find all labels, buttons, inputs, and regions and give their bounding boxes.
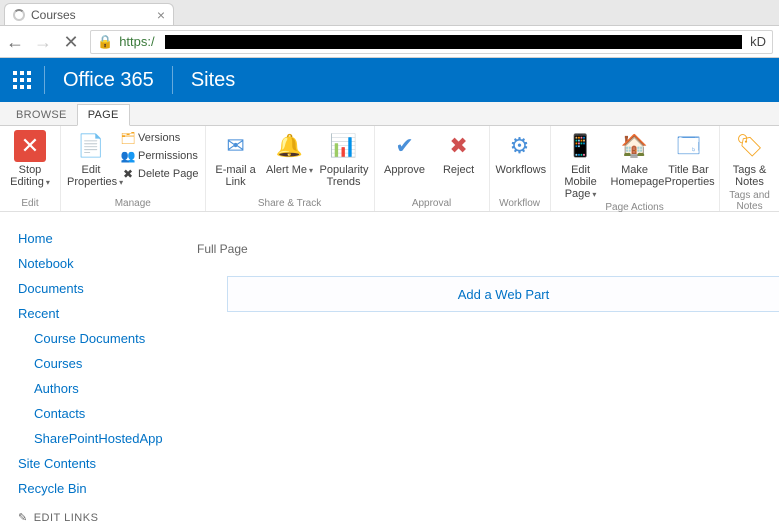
- ribbon-group-share: ✉ E-mail a Link 🔔 Alert Me 📊 Popularity …: [206, 126, 375, 211]
- tag-icon: 🏷: [734, 130, 766, 162]
- group-label-tags: Tags and Notes: [726, 188, 774, 212]
- edit-links-button[interactable]: EDIT LINKS: [18, 501, 177, 524]
- group-label-edit: Edit: [6, 196, 54, 209]
- brand-link[interactable]: Office 365: [45, 58, 172, 102]
- group-label-share: Share & Track: [212, 196, 368, 209]
- browser-tabstrip: Courses ×: [0, 0, 779, 26]
- alert-me-button[interactable]: 🔔 Alert Me: [266, 130, 314, 176]
- home-icon: 🏠: [619, 130, 651, 162]
- workflows-label: Workflows: [496, 164, 544, 176]
- stop-editing-label: Stop Editing: [10, 164, 44, 188]
- suite-bar: Office 365 Sites: [0, 58, 779, 102]
- tags-notes-label: Tags & Notes: [726, 164, 774, 188]
- group-label-approval: Approval: [381, 196, 483, 209]
- workflow-icon: ⚙: [504, 130, 536, 162]
- nav-courses[interactable]: Courses: [18, 351, 177, 376]
- back-button[interactable]: ←: [6, 33, 24, 51]
- ribbon-group-tags: 🏷 Tags & Notes Tags and Notes: [720, 126, 779, 211]
- browser-tab[interactable]: Courses ×: [4, 3, 174, 25]
- edit-mobile-page-button[interactable]: 📱 Edit Mobile Page: [557, 130, 605, 200]
- permissions-button[interactable]: 👥Permissions: [121, 148, 199, 164]
- nav-contacts[interactable]: Contacts: [18, 401, 177, 426]
- titlebar-properties-button[interactable]: 🗔 Title Bar Properties: [665, 130, 713, 188]
- tab-page[interactable]: PAGE: [77, 104, 130, 126]
- email-link-button[interactable]: ✉ E-mail a Link: [212, 130, 260, 188]
- nav-recycle-bin[interactable]: Recycle Bin: [18, 476, 177, 501]
- reject-button[interactable]: ✖ Reject: [435, 130, 483, 176]
- nav-recent[interactable]: Recent: [18, 301, 177, 326]
- tab-browse[interactable]: BROWSE: [6, 105, 77, 125]
- mobile-icon: 📱: [565, 130, 597, 162]
- group-label-manage: Manage: [67, 196, 199, 209]
- nav-site-contents[interactable]: Site Contents: [18, 451, 177, 476]
- edit-properties-button[interactable]: 📄 Edit Properties: [67, 130, 115, 188]
- email-link-label: E-mail a Link: [212, 164, 260, 188]
- nav-notebook[interactable]: Notebook: [18, 251, 177, 276]
- ribbon: ✕ Stop Editing Edit 📄 Edit Properties 🗂V…: [0, 126, 779, 212]
- tab-title: Courses: [31, 8, 76, 22]
- stop-icon: ✕: [14, 130, 46, 162]
- ribbon-tabs: BROWSE PAGE: [0, 102, 779, 126]
- waffle-icon: [13, 71, 31, 89]
- forward-button: →: [34, 33, 52, 51]
- alert-me-label: Alert Me: [266, 164, 307, 176]
- stop-editing-button[interactable]: ✕ Stop Editing: [6, 130, 54, 188]
- stop-reload-button[interactable]: ✕: [62, 33, 80, 51]
- browser-toolbar: ← → ✕ 🔒 https:/ kD: [0, 26, 779, 58]
- approve-button[interactable]: ✔ Approve: [381, 130, 429, 176]
- delete-icon: ✖: [121, 167, 135, 181]
- ribbon-group-edit: ✕ Stop Editing Edit: [0, 126, 61, 211]
- reject-label: Reject: [435, 164, 483, 176]
- chart-icon: 📊: [328, 130, 360, 162]
- loading-spinner-icon: [13, 9, 25, 21]
- tags-notes-button[interactable]: 🏷 Tags & Notes: [726, 130, 774, 188]
- workflows-button[interactable]: ⚙ Workflows: [496, 130, 544, 176]
- quick-launch: Home Notebook Documents Recent Course Do…: [0, 212, 185, 511]
- nav-authors[interactable]: Authors: [18, 376, 177, 401]
- webpart-zone-label: Full Page: [197, 242, 779, 256]
- popularity-trends-button[interactable]: 📊 Popularity Trends: [320, 130, 368, 188]
- main-area: Home Notebook Documents Recent Course Do…: [0, 212, 779, 511]
- make-homepage-label: Make Homepage: [611, 164, 659, 188]
- approve-label: Approve: [381, 164, 429, 176]
- url-scheme: https:/: [119, 34, 154, 49]
- nav-home[interactable]: Home: [18, 226, 177, 251]
- versions-button[interactable]: 🗂Versions: [121, 130, 199, 146]
- url-tail: kD: [748, 34, 766, 49]
- bell-icon: 🔔: [274, 130, 306, 162]
- titlebar-icon: 🗔: [673, 130, 705, 162]
- ribbon-group-page-actions: 📱 Edit Mobile Page 🏠 Make Homepage 🗔 Tit…: [551, 126, 720, 211]
- check-icon: ✔: [389, 130, 421, 162]
- site-link[interactable]: Sites: [173, 58, 253, 102]
- permissions-icon: 👥: [121, 149, 135, 163]
- nav-documents[interactable]: Documents: [18, 276, 177, 301]
- edit-properties-label: Edit Properties: [67, 164, 117, 188]
- add-webpart-button[interactable]: Add a Web Part: [227, 276, 779, 312]
- make-homepage-button[interactable]: 🏠 Make Homepage: [611, 130, 659, 188]
- nav-course-documents[interactable]: Course Documents: [18, 326, 177, 351]
- group-label-workflow: Workflow: [496, 196, 544, 209]
- properties-icon: 📄: [75, 130, 107, 162]
- ribbon-group-workflow: ⚙ Workflows Workflow: [490, 126, 551, 211]
- close-tab-icon[interactable]: ×: [157, 7, 165, 23]
- titlebar-label: Title Bar Properties: [665, 164, 713, 188]
- popularity-label: Popularity Trends: [320, 164, 368, 188]
- address-bar[interactable]: 🔒 https:/ kD: [90, 30, 773, 54]
- reject-icon: ✖: [443, 130, 475, 162]
- ribbon-group-approval: ✔ Approve ✖ Reject Approval: [375, 126, 490, 211]
- page-content: Full Page Add a Web Part: [185, 212, 779, 511]
- lock-icon: 🔒: [97, 34, 113, 50]
- url-redacted: [165, 35, 743, 49]
- envelope-icon: ✉: [220, 130, 252, 162]
- nav-sharepoint-app[interactable]: SharePointHostedApp: [18, 426, 177, 451]
- versions-icon: 🗂: [121, 131, 135, 145]
- ribbon-group-manage: 📄 Edit Properties 🗂Versions 👥Permissions…: [61, 126, 206, 211]
- delete-page-button[interactable]: ✖Delete Page: [121, 166, 199, 182]
- add-webpart-label: Add a Web Part: [458, 287, 550, 302]
- app-launcher-button[interactable]: [0, 58, 44, 102]
